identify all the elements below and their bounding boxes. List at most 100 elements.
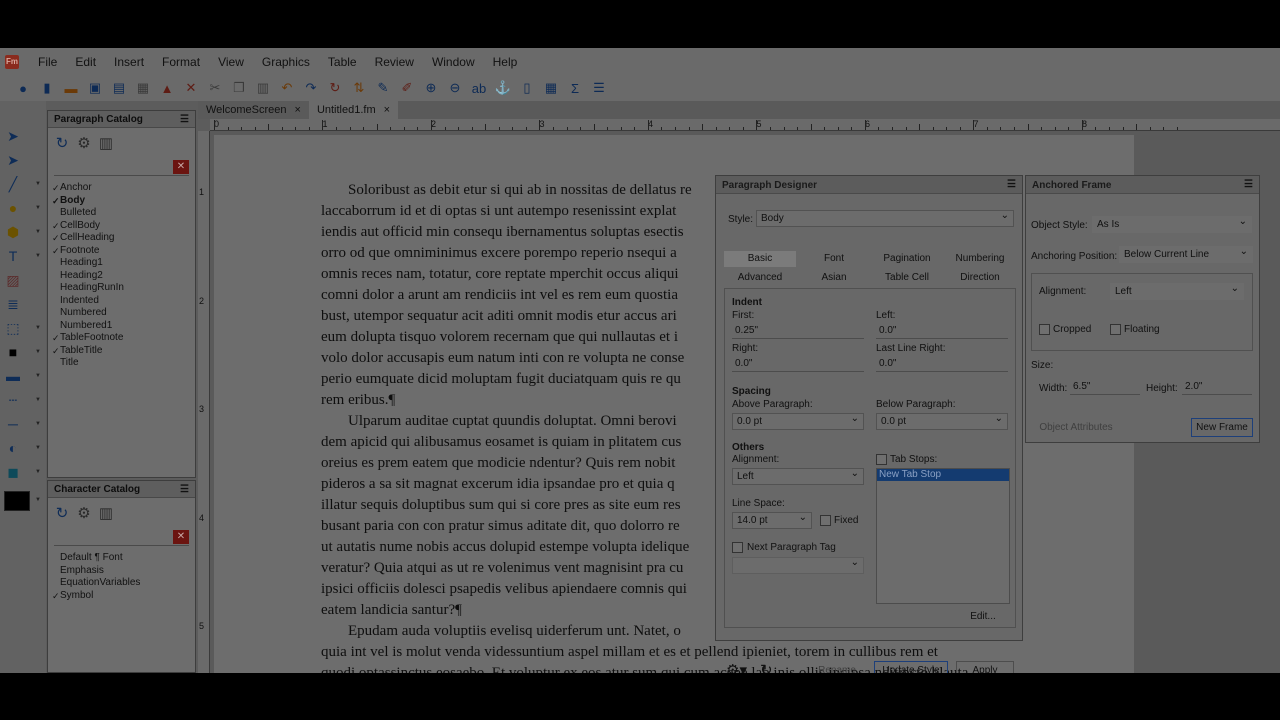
new-frame-button[interactable]: New Frame bbox=[1191, 418, 1253, 437]
repeat-icon[interactable]: ↻ bbox=[326, 79, 344, 97]
character-tag-item[interactable]: EquationVariables bbox=[52, 577, 195, 590]
undo-icon[interactable]: ↶ bbox=[278, 79, 296, 97]
line-space-select[interactable]: 14.0 pt bbox=[732, 512, 812, 529]
next-paragraph-tag-checkbox[interactable] bbox=[732, 542, 743, 553]
tab-advanced[interactable]: Advanced bbox=[724, 270, 796, 286]
cropped-checkbox[interactable] bbox=[1039, 324, 1050, 335]
menu-help[interactable]: Help bbox=[484, 55, 527, 69]
paragraph-tag-item[interactable]: HeadingRunIn bbox=[52, 282, 195, 295]
above-paragraph-select[interactable]: 0.0 pt bbox=[732, 413, 864, 430]
right-indent-input[interactable]: 0.0" bbox=[732, 356, 864, 372]
line-tool-icon[interactable]: ╱ bbox=[4, 175, 22, 193]
panel-menu-icon[interactable]: ☰ bbox=[180, 114, 189, 125]
fixed-checkbox[interactable] bbox=[820, 515, 831, 526]
refresh-icon[interactable]: ↻ bbox=[760, 661, 773, 673]
paragraph-tag-item[interactable]: Heading2 bbox=[52, 270, 195, 283]
paragraph-tag-item[interactable]: Title bbox=[52, 357, 195, 370]
paragraph-tag-item[interactable]: ✓ CellBody bbox=[52, 220, 195, 233]
update-style-button[interactable]: Update Style bbox=[874, 661, 948, 673]
apply-button[interactable]: Apply bbox=[956, 661, 1014, 673]
text-line[interactable]: quia int vel is molut venda videssuntium… bbox=[321, 642, 1021, 663]
gear-icon[interactable]: ⚙ bbox=[76, 134, 92, 152]
page-icon[interactable]: ▯ bbox=[518, 79, 536, 97]
paint-format-icon[interactable]: ✎ bbox=[374, 79, 392, 97]
close-icon[interactable]: × bbox=[295, 104, 301, 116]
tab-font[interactable]: Font bbox=[798, 251, 870, 267]
open-folder-icon[interactable]: ▬ bbox=[62, 79, 80, 97]
tab-direction[interactable]: Direction bbox=[944, 270, 1016, 286]
tab-stop-item[interactable]: New Tab Stop bbox=[877, 469, 1009, 481]
dash-style-icon[interactable]: ─ bbox=[4, 415, 22, 433]
image-tool-icon[interactable]: ▨ bbox=[4, 271, 22, 289]
select-text-icon[interactable]: ➤ bbox=[4, 127, 22, 145]
new-document-icon[interactable]: ▮ bbox=[38, 79, 56, 97]
first-indent-input[interactable]: 0.25" bbox=[732, 323, 864, 339]
object-style-select[interactable]: As Is bbox=[1092, 216, 1252, 233]
panel-menu-icon[interactable]: ☰ bbox=[180, 484, 189, 495]
text-frame-icon[interactable]: ≣ bbox=[4, 295, 22, 313]
character-tag-item[interactable]: Default ¶ Font bbox=[52, 552, 195, 565]
menu-window[interactable]: Window bbox=[423, 55, 484, 69]
catalog-search-input[interactable]: ✕ bbox=[54, 530, 189, 546]
chevron-down-icon[interactable]: ▼ bbox=[35, 445, 41, 451]
save-icon[interactable]: ▣ bbox=[86, 79, 104, 97]
list-icon[interactable]: ☰ bbox=[590, 79, 608, 97]
paragraph-tag-item[interactable]: Indented bbox=[52, 295, 195, 308]
fill-color-icon[interactable]: ■ bbox=[4, 343, 22, 361]
menu-view[interactable]: View bbox=[209, 55, 253, 69]
text-tool-icon[interactable]: T bbox=[4, 247, 22, 265]
paragraph-tag-item[interactable]: ✓ CellHeading bbox=[52, 232, 195, 245]
chevron-down-icon[interactable]: ▼ bbox=[35, 325, 41, 331]
menu-format[interactable]: Format bbox=[153, 55, 209, 69]
sort-icon[interactable]: ⇅ bbox=[350, 79, 368, 97]
menu-insert[interactable]: Insert bbox=[105, 55, 153, 69]
tab-stops-list[interactable]: New Tab Stop bbox=[876, 468, 1010, 604]
clear-icon[interactable]: ✕ bbox=[173, 160, 189, 174]
paint-swap-icon[interactable]: ✐ bbox=[398, 79, 416, 97]
redo-icon[interactable]: ↷ bbox=[302, 79, 320, 97]
save-all-icon[interactable]: ▤ bbox=[110, 79, 128, 97]
paragraph-tag-item[interactable]: ✓ Footnote bbox=[52, 245, 195, 258]
width-input[interactable]: 6.5" bbox=[1070, 379, 1140, 395]
below-paragraph-select[interactable]: 0.0 pt bbox=[876, 413, 1008, 430]
menu-table[interactable]: Table bbox=[319, 55, 366, 69]
tab-basic[interactable]: Basic bbox=[724, 251, 796, 267]
tab-pagination[interactable]: Pagination bbox=[871, 251, 943, 267]
anchoring-position-select[interactable]: Below Current Line bbox=[1119, 246, 1253, 263]
line-style-icon[interactable]: ┄ bbox=[4, 391, 22, 409]
line-width-icon[interactable]: ▬ bbox=[4, 367, 22, 385]
catalog-search-input[interactable]: ✕ bbox=[54, 160, 189, 176]
gear-icon[interactable]: ⚙▾ bbox=[726, 661, 747, 673]
zoom-in-icon[interactable]: ⊕ bbox=[422, 79, 440, 97]
print-icon[interactable]: ▦ bbox=[134, 79, 152, 97]
color-swatch[interactable] bbox=[4, 491, 30, 511]
delete-icon[interactable]: ▥ bbox=[98, 504, 114, 522]
paragraph-tag-item[interactable]: ✓ TableFootnote bbox=[52, 332, 195, 345]
paragraph-tag-item[interactable]: Bulleted bbox=[52, 207, 195, 220]
lock-icon[interactable]: ▲ bbox=[158, 79, 176, 97]
chevron-down-icon[interactable]: ▼ bbox=[35, 373, 41, 379]
paste-icon[interactable]: ▥ bbox=[254, 79, 272, 97]
sigma-icon[interactable]: Σ bbox=[566, 79, 584, 97]
chevron-down-icon[interactable]: ▼ bbox=[35, 497, 41, 503]
anchor-icon[interactable]: ⚓ bbox=[494, 79, 512, 97]
height-input[interactable]: 2.0" bbox=[1182, 379, 1252, 395]
polygon-tool-icon[interactable]: ⬢ bbox=[4, 223, 22, 241]
overprint-icon[interactable]: ◼ bbox=[4, 463, 22, 481]
tab-asian[interactable]: Asian bbox=[798, 270, 870, 286]
refresh-icon[interactable]: ↻ bbox=[54, 504, 70, 522]
paragraph-tag-item[interactable]: ✓ Anchor bbox=[52, 182, 195, 195]
tint-icon[interactable]: ◐ bbox=[4, 439, 22, 457]
close-icon[interactable]: × bbox=[384, 104, 390, 116]
spell-check-icon[interactable]: ab bbox=[470, 79, 488, 97]
oval-tool-icon[interactable]: ● bbox=[4, 199, 22, 217]
chevron-down-icon[interactable]: ▼ bbox=[35, 397, 41, 403]
object-attributes-button[interactable]: Object Attributes bbox=[1031, 418, 1121, 437]
alignment-select[interactable]: Left bbox=[732, 468, 864, 485]
chevron-down-icon[interactable]: ▼ bbox=[35, 181, 41, 187]
cut-icon[interactable]: ✕ bbox=[182, 79, 200, 97]
frame-alignment-select[interactable]: Left bbox=[1110, 283, 1244, 300]
tab-table-cell[interactable]: Table Cell bbox=[871, 270, 943, 286]
menu-file[interactable]: File bbox=[29, 55, 66, 69]
tab-numbering[interactable]: Numbering bbox=[944, 251, 1016, 267]
